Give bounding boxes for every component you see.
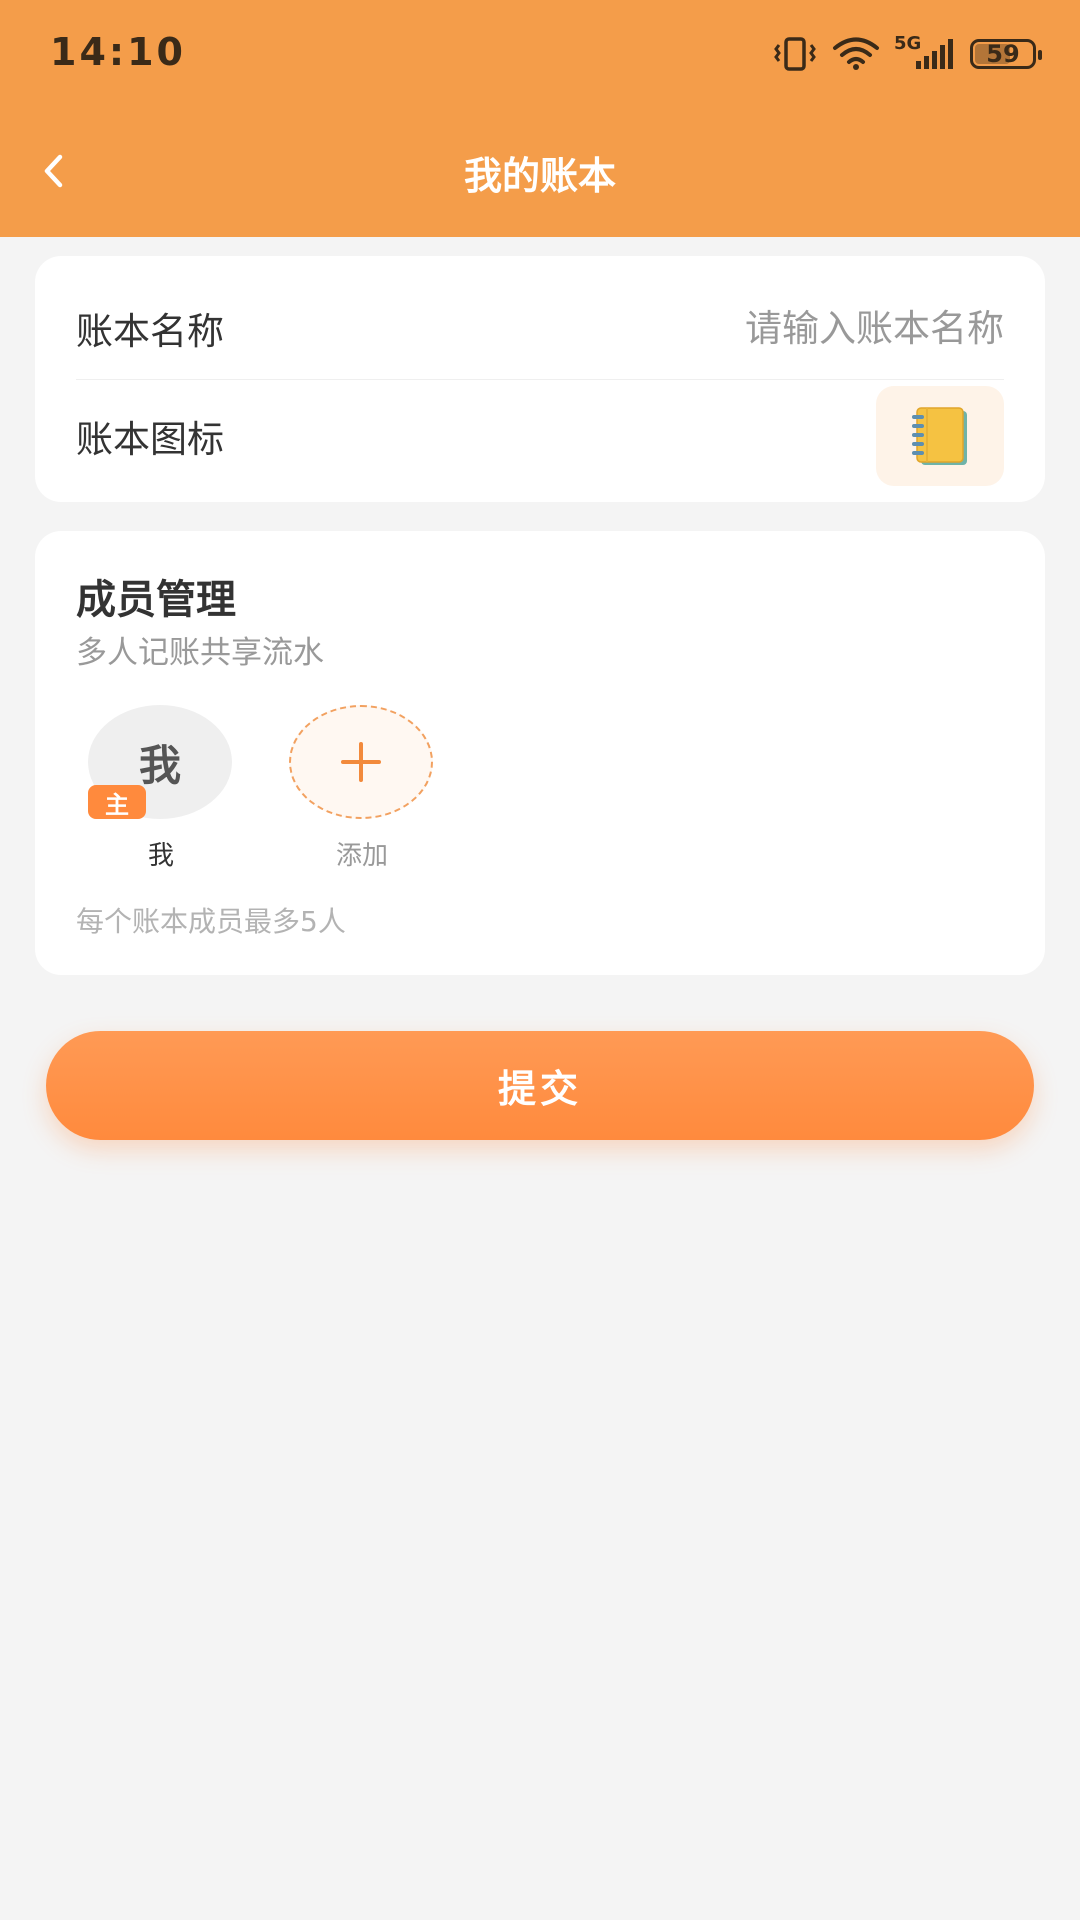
wifi-icon bbox=[832, 37, 880, 71]
ledger-icon-label: 账本图标 bbox=[76, 418, 224, 461]
cellular-signal-icon: 5G bbox=[894, 33, 956, 71]
page-title: 我的账本 bbox=[463, 154, 616, 198]
ledger-icon-row[interactable]: 账本图标 bbox=[76, 386, 1004, 486]
notebook-icon bbox=[912, 407, 967, 465]
section-subtitle: 多人记账共享流水 bbox=[76, 635, 324, 671]
section-title: 成员管理 bbox=[76, 577, 236, 623]
member-name: 我 bbox=[147, 841, 174, 871]
app-header: 14:10 5G 59 我的账本 bbox=[0, 0, 1080, 237]
member-item[interactable]: 我 主 我 bbox=[88, 705, 234, 872]
status-bar: 14:10 5G 59 bbox=[0, 0, 1080, 108]
ledger-name-label: 账本名称 bbox=[76, 310, 224, 353]
owner-badge: 主 bbox=[88, 785, 146, 819]
member-management-card: 成员管理 多人记账共享流水 我 主 我 添加 每个账本成员最多5人 bbox=[35, 531, 1045, 975]
vibrate-icon bbox=[772, 37, 818, 71]
member-limit-note: 每个账本成员最多5人 bbox=[76, 905, 346, 938]
add-member-label: 添加 bbox=[335, 841, 388, 871]
avatar: 我 主 bbox=[88, 705, 232, 819]
ledger-name-row: 账本名称 bbox=[76, 290, 1004, 366]
submit-button[interactable]: 提交 bbox=[46, 1031, 1034, 1140]
battery-percent: 59 bbox=[986, 40, 1020, 68]
status-icons: 5G 59 bbox=[772, 32, 1042, 76]
add-member-circle[interactable] bbox=[289, 705, 433, 819]
status-time: 14:10 bbox=[50, 30, 186, 74]
add-member-button[interactable]: 添加 bbox=[289, 705, 435, 872]
ledger-icon-picker[interactable] bbox=[876, 386, 1004, 486]
battery-icon: 59 bbox=[970, 39, 1042, 69]
ledger-info-card: 账本名称 账本图标 bbox=[35, 256, 1045, 502]
ledger-name-input[interactable] bbox=[604, 306, 1004, 350]
divider bbox=[76, 379, 1004, 380]
avatar-text: 我 bbox=[138, 740, 181, 790]
plus-icon bbox=[341, 742, 381, 782]
